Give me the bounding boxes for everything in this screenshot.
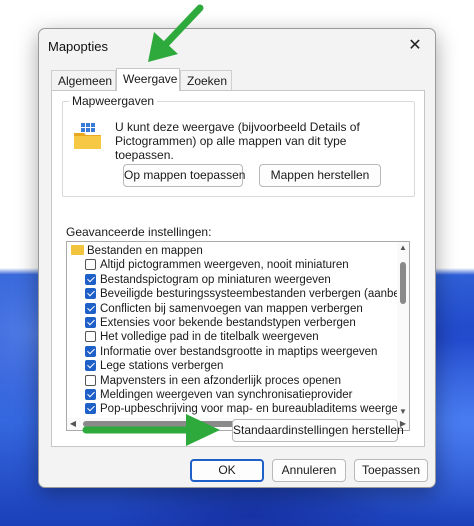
setting-row[interactable]: Mapvensters in een afzonderlijk proces o… xyxy=(67,374,397,388)
tree-root-label: Bestanden en mappen xyxy=(87,245,203,257)
folder-options-dialog: Mapopties ✕ Algemeen Weergave Zoeken Map… xyxy=(38,28,436,488)
checkbox[interactable] xyxy=(85,360,96,372)
checkbox[interactable] xyxy=(85,388,96,400)
folder-icon xyxy=(71,245,84,255)
checkbox[interactable] xyxy=(85,259,96,271)
advanced-settings-tree[interactable]: Bestanden en mappen Altijd pictogrammen … xyxy=(66,241,410,431)
setting-row[interactable]: Lege stations verbergen xyxy=(67,359,397,373)
weergave-tab-panel: Mapweergaven U kunt deze weergave (bijvo… xyxy=(51,90,425,447)
checkbox[interactable] xyxy=(85,288,96,300)
setting-label: Beveiligde besturingssysteembestanden ve… xyxy=(100,288,400,301)
title-bar[interactable]: Mapopties ✕ xyxy=(39,29,435,65)
tab-algemeen[interactable]: Algemeen xyxy=(51,70,116,90)
close-button[interactable]: ✕ xyxy=(403,35,427,57)
setting-row[interactable]: Bestandspictogram op miniaturen weergeve… xyxy=(67,273,397,287)
cancel-button[interactable]: Annuleren xyxy=(272,459,346,482)
setting-row[interactable]: Informatie over bestandsgrootte in mapti… xyxy=(67,345,397,359)
apply-button[interactable]: Toepassen xyxy=(354,459,428,482)
checkbox[interactable] xyxy=(85,302,96,314)
window-title: Mapopties xyxy=(48,39,108,54)
checkbox[interactable] xyxy=(85,345,96,357)
setting-label: Conflicten bij samenvoegen van mappen ve… xyxy=(100,302,363,315)
scroll-up-icon[interactable]: ▲ xyxy=(397,242,409,254)
setting-row[interactable]: Meldingen weergeven van synchronisatiepr… xyxy=(67,388,397,402)
setting-label: Het volledige pad in de titelbalk weerge… xyxy=(100,331,319,344)
tree-content: Bestanden en mappen Altijd pictogrammen … xyxy=(67,244,400,417)
reset-folders-button[interactable]: Mappen herstellen xyxy=(259,164,381,187)
advanced-settings-label: Geavanceerde instellingen: xyxy=(66,225,212,239)
checkbox[interactable] xyxy=(85,374,96,386)
folder-views-description: U kunt deze weergave (bijvoorbeeld Detai… xyxy=(115,120,360,162)
folder-views-icon xyxy=(74,123,101,149)
setting-label: Lege stations verbergen xyxy=(100,360,224,373)
setting-row[interactable]: Beveiligde besturingssysteembestanden ve… xyxy=(67,287,400,301)
tab-weergave[interactable]: Weergave xyxy=(116,68,180,91)
setting-label: Mapvensters in een afzonderlijk proces o… xyxy=(100,374,342,387)
vertical-scrollbar[interactable]: ▲ ▼ xyxy=(397,242,409,418)
tab-zoeken[interactable]: Zoeken xyxy=(180,70,232,90)
checkbox[interactable] xyxy=(85,403,96,415)
setting-row[interactable]: Het volledige pad in de titelbalk weerge… xyxy=(67,330,397,344)
checkbox[interactable] xyxy=(85,316,96,328)
setting-row[interactable]: Extensies voor bekende bestandstypen ver… xyxy=(67,316,397,330)
setting-label: Altijd pictogrammen weergeven, nooit min… xyxy=(100,259,349,272)
checkbox[interactable] xyxy=(85,273,96,285)
setting-label: Pop-upbeschrijving voor map- en bureaubl… xyxy=(100,403,398,416)
vertical-scroll-thumb[interactable] xyxy=(400,262,406,304)
setting-label: Meldingen weergeven van synchronisatiepr… xyxy=(100,388,353,401)
setting-row[interactable]: Pop-upbeschrijving voor map- en bureaubl… xyxy=(67,402,398,416)
setting-row[interactable]: Altijd pictogrammen weergeven, nooit min… xyxy=(67,258,397,272)
setting-row[interactable]: Conflicten bij samenvoegen van mappen ve… xyxy=(67,302,397,316)
restore-defaults-button[interactable]: Standaardinstellingen herstellen xyxy=(232,419,404,442)
folder-views-label: Mapweergaven xyxy=(69,94,158,108)
apply-to-folders-button[interactable]: Op mappen toepassen xyxy=(123,164,245,187)
setting-label: Extensies voor bekende bestandstypen ver… xyxy=(100,316,356,329)
scroll-left-icon[interactable]: ◀ xyxy=(67,418,79,430)
ok-button[interactable]: OK xyxy=(190,459,264,482)
setting-label: Bestandspictogram op miniaturen weergeve… xyxy=(100,273,331,286)
setting-label: Informatie over bestandsgrootte in mapti… xyxy=(100,345,378,358)
checkbox[interactable] xyxy=(85,331,96,343)
scroll-down-icon[interactable]: ▼ xyxy=(397,406,409,418)
folder-views-group: Mapweergaven U kunt deze weergave (bijvo… xyxy=(62,94,415,197)
tree-root-item[interactable]: Bestanden en mappen xyxy=(67,244,397,258)
